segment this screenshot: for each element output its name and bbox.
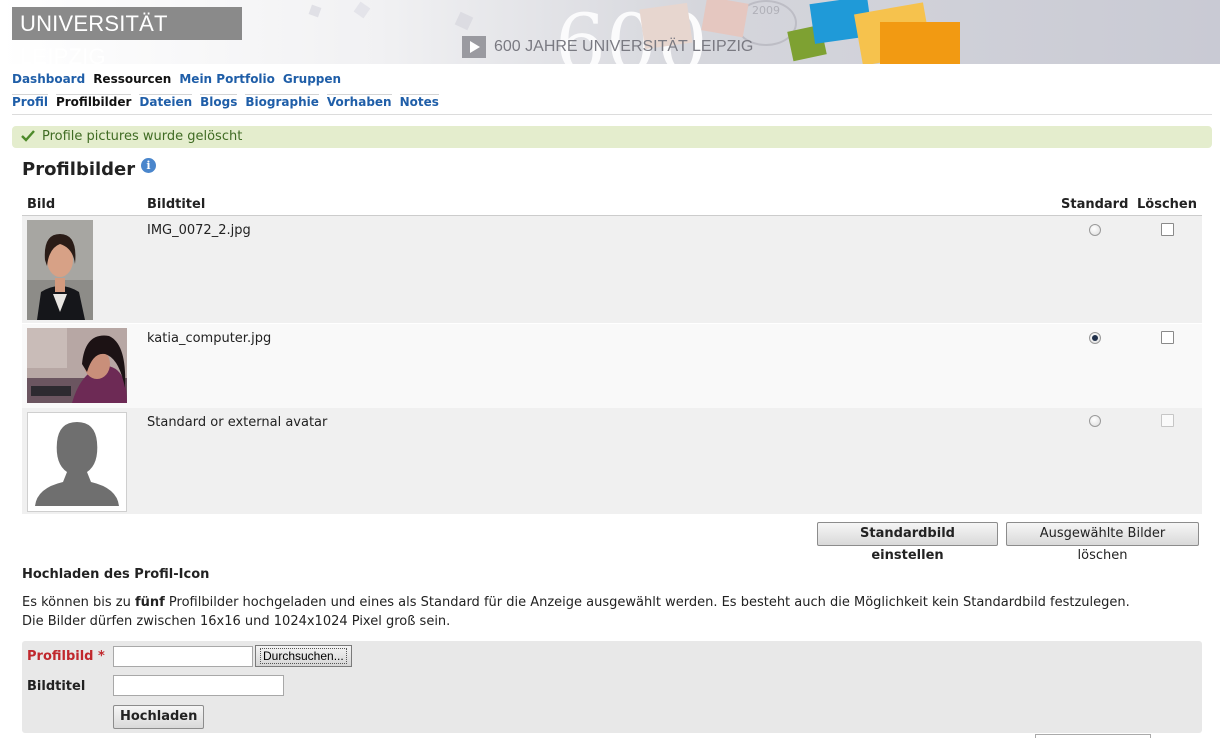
description-bold-count: fünf	[134, 595, 165, 610]
required-marker: *	[98, 649, 105, 664]
subnav-biographie[interactable]: Biographie	[245, 94, 319, 112]
upload-button[interactable]: Hochladen	[113, 705, 204, 729]
subnav-profil[interactable]: Profil	[12, 94, 48, 112]
woman-at-computer-photo	[27, 328, 127, 403]
bottom-element-fragment	[1035, 734, 1151, 738]
image-title: katia_computer.jpg	[147, 331, 272, 346]
profile-image-file-input[interactable]	[113, 646, 253, 667]
nav-gruppen[interactable]: Gruppen	[283, 72, 341, 89]
browse-button-label: Durchsuchen...	[260, 648, 347, 664]
stamp-year: 2009	[752, 4, 780, 17]
default-avatar-icon	[27, 412, 127, 512]
main-navigation: Dashboard Ressourcen Mein Portfolio Grup…	[12, 72, 349, 89]
delete-checkbox-disabled	[1161, 414, 1174, 427]
column-header-default: Standard	[1061, 197, 1129, 212]
description-text: Profilbilder hochgeladen und eines als S…	[164, 595, 1130, 610]
column-header-delete: Löschen	[1137, 197, 1197, 212]
nav-divider	[12, 114, 1212, 115]
image-title-label: Bildtitel	[27, 679, 86, 694]
anniversary-text: 600 JAHRE UNIVERSITÄT LEIPZIG	[494, 38, 754, 55]
default-radio[interactable]	[1089, 224, 1101, 236]
university-logo[interactable]: UNIVERSITÄT LEIPZIG	[12, 7, 242, 64]
description-text: Es können bis zu	[22, 595, 135, 610]
portrait-woman-photo	[27, 220, 93, 320]
subnav-dateien[interactable]: Dateien	[139, 94, 193, 112]
site-header: 600 2009 UNIVERSITÄT LEIPZIG 600 JAHRE U…	[0, 0, 1220, 64]
table-row: Standard or external avatar	[22, 408, 1202, 514]
subnav-blogs[interactable]: Blogs	[200, 94, 238, 112]
profile-image-label-text: Profilbild	[27, 649, 94, 664]
subnav-vorhaben[interactable]: Vorhaben	[326, 94, 392, 112]
subnav-profilbilder[interactable]: Profilbilder	[55, 94, 132, 112]
column-header-image: Bild	[27, 197, 56, 212]
info-icon[interactable]: i	[141, 158, 156, 173]
delete-checkbox[interactable]	[1161, 331, 1174, 344]
success-message-text: Profile pictures wurde gelöscht	[42, 129, 243, 144]
default-radio[interactable]	[1089, 415, 1101, 427]
delete-selected-button[interactable]: Ausgewählte Bilder löschen	[1006, 522, 1199, 563]
table-row: IMG_0072_2.jpg	[22, 216, 1202, 323]
column-header-title: Bildtitel	[147, 197, 206, 212]
image-title: Standard or external avatar	[147, 415, 328, 430]
decor-square	[880, 22, 960, 64]
upload-description: Es können bis zu fünf Profilbilder hochg…	[22, 595, 1130, 610]
upload-heading: Hochladen des Profil-Icon	[22, 567, 210, 582]
sub-navigation: Profil Profilbilder Dateien Blogs Biogra…	[12, 94, 447, 112]
success-message: Profile pictures wurde gelöscht	[12, 126, 1212, 148]
anniversary-banner[interactable]: 600 JAHRE UNIVERSITÄT LEIPZIG	[462, 36, 753, 58]
profile-image-label: Profilbild *	[27, 649, 105, 664]
delete-checkbox[interactable]	[1161, 223, 1174, 236]
default-radio[interactable]	[1089, 332, 1101, 344]
page-title: Profilbilder	[22, 159, 136, 180]
nav-dashboard[interactable]: Dashboard	[12, 72, 85, 89]
nav-ressourcen[interactable]: Ressourcen	[93, 72, 171, 89]
play-icon[interactable]	[462, 36, 486, 58]
set-default-button[interactable]: Standardbild einstellen	[817, 522, 998, 563]
image-title-input[interactable]	[113, 675, 284, 696]
upload-size-hint: Die Bilder dürfen zwischen 16x16 und 102…	[22, 614, 451, 629]
table-row: katia_computer.jpg	[22, 324, 1202, 408]
image-title: IMG_0072_2.jpg	[147, 223, 251, 238]
nav-mein-portfolio[interactable]: Mein Portfolio	[179, 72, 275, 89]
browse-button[interactable]: Durchsuchen...	[255, 645, 352, 667]
subnav-notes[interactable]: Notes	[399, 94, 439, 112]
checkmark-icon	[21, 130, 35, 142]
